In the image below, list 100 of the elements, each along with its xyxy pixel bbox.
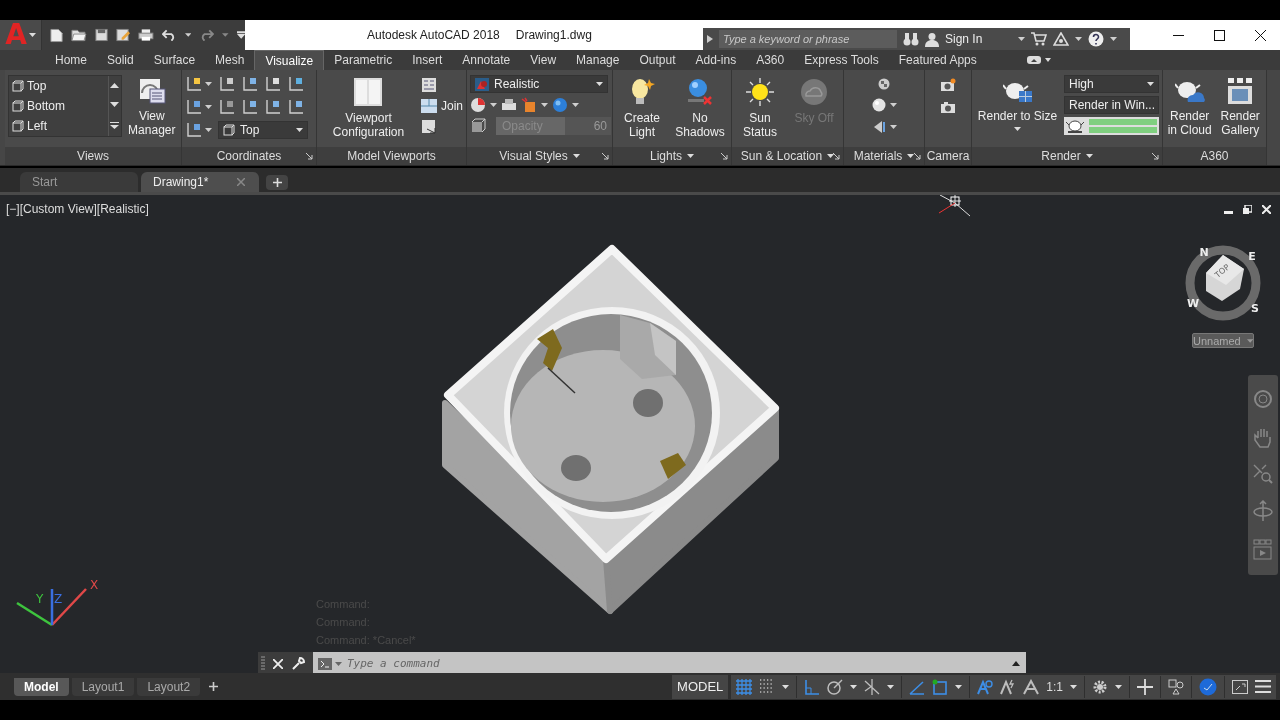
annotation-scale-button[interactable]: 1:1 [1046,679,1063,694]
caret-icon[interactable] [687,154,694,158]
layout-tab[interactable]: Model [14,677,69,696]
caret-icon[interactable] [205,128,212,132]
caret-icon[interactable] [907,154,915,158]
ribbon-tab[interactable]: Visualize [254,50,325,70]
command-field[interactable]: Type a command [313,652,1026,673]
viewport-configuration-button[interactable]: Viewport Configuration [320,75,417,139]
scroll-up-icon[interactable] [110,83,120,89]
ribbon-tab[interactable]: Manage [566,50,630,70]
caret-icon[interactable] [28,33,36,37]
dialog-launcher-icon[interactable] [306,153,313,160]
caret-icon[interactable] [1018,37,1026,41]
panel-title-button[interactable]: Sun & Location [740,149,835,163]
render-gallery-button[interactable]: Render Gallery [1217,75,1263,137]
annotation-scale-icon[interactable] [1023,678,1040,695]
save-icon[interactable] [94,28,108,42]
dialog-launcher-icon[interactable] [833,153,840,160]
dialog-launcher-icon[interactable] [1152,153,1159,160]
views-list[interactable]: Top Bottom Left [8,75,122,137]
panel-title-button[interactable]: Lights [650,149,694,163]
caret-icon[interactable] [955,684,963,689]
ucs-dropdown[interactable]: Top [218,121,308,139]
viewport-controls-label[interactable]: [−][Custom View][Realistic] [6,202,149,216]
restore-viewports-icon[interactable] [421,119,437,135]
camera-icon[interactable] [940,78,956,92]
scroll-down-icon[interactable] [110,102,120,108]
caret-icon[interactable] [596,82,603,86]
ucs-icon[interactable] [287,75,305,93]
ribbon-tab[interactable]: Solid [97,50,144,70]
caret-icon[interactable] [296,128,303,132]
xray-cube-icon[interactable] [470,118,486,134]
camera-icon[interactable] [940,100,956,114]
caret-icon[interactable] [205,82,212,86]
ucs-icon[interactable] [218,75,236,93]
command-prompt-icon[interactable] [318,657,332,670]
model-space-button[interactable]: MODEL [672,674,729,699]
steering-wheel-icon[interactable] [1253,389,1273,410]
dialog-launcher-icon[interactable] [914,153,921,160]
ribbon-tab[interactable]: Featured Apps [888,50,987,70]
viewcube-drawing[interactable] [1185,245,1261,321]
auto-scale-icon[interactable] [1000,678,1017,695]
caret-icon[interactable] [541,103,548,107]
ribbon-tab[interactable]: Home [45,50,97,70]
ucs-icon[interactable] [287,98,305,116]
grid-icon[interactable] [736,678,753,695]
view-item[interactable]: Left [12,119,108,133]
sphere-icon[interactable] [470,97,486,113]
caret-icon[interactable] [205,105,212,109]
ucs-icon[interactable] [185,98,203,116]
ribbon-tab[interactable]: Surface [143,50,206,70]
command-input-field[interactable]: Type a command [345,656,1009,671]
caret-icon[interactable] [490,103,497,107]
dialog-launcher-icon[interactable] [721,153,728,160]
restore-icon[interactable] [1243,205,1252,214]
visual-style-dropdown[interactable]: Realistic [470,75,608,93]
ribbon-tab[interactable]: View [520,50,567,70]
ribbon-tab[interactable]: Express Tools [794,50,889,70]
cart-icon[interactable] [1031,32,1048,46]
ribbon-tab[interactable]: Add-ins [685,50,747,70]
panel-title-button[interactable]: Render [1041,149,1093,163]
ucs-icon[interactable] [264,98,282,116]
printer-icon[interactable] [137,28,154,42]
isodraft-icon[interactable] [864,678,881,695]
orbit-icon[interactable] [1253,500,1273,523]
ucs-icon[interactable] [185,75,203,93]
shadows-button[interactable]: No Shadows [672,75,728,139]
caret-icon[interactable] [1070,684,1077,689]
plus-icon[interactable] [1137,678,1153,695]
caret-icon[interactable] [887,684,895,689]
view-item[interactable]: Top [12,79,108,93]
caret-icon[interactable] [827,154,835,158]
caret-icon[interactable] [1115,684,1122,689]
ucs-icon[interactable] [185,121,203,139]
caret-icon[interactable] [1075,37,1083,41]
history-toggle-icon[interactable] [1012,661,1020,666]
ucs-icon[interactable] [264,75,282,93]
undo-icon[interactable] [161,29,177,41]
caret-icon[interactable] [184,33,192,37]
user-icon[interactable] [925,31,939,47]
menu-icon[interactable] [1255,680,1271,693]
ribbon-tab[interactable]: Mesh [205,50,255,70]
save-as-icon[interactable] [115,28,130,42]
cube-icon[interactable] [521,97,537,113]
caret-icon[interactable] [850,684,858,689]
layout-tab[interactable]: Layout2 [137,677,201,696]
dialog-launcher-icon[interactable] [602,153,609,160]
object-snap-icon[interactable] [932,678,949,695]
ucs-icon[interactable] [218,98,236,116]
file-tab[interactable]: Start [20,172,138,192]
render-quality-dropdown[interactable]: High [1064,75,1159,93]
showmotion-icon[interactable] [1253,538,1273,561]
ucs-icon[interactable] [241,98,259,116]
triangle-network-icon[interactable] [1053,32,1070,46]
view-manager-button[interactable]: View Manager [125,75,178,137]
panel-title-button[interactable]: Materials [853,149,915,163]
caret-icon[interactable] [572,154,580,158]
render-to-size-button[interactable]: Render to Size [975,75,1060,131]
globe-icon[interactable] [552,97,568,113]
expand-icon[interactable] [707,35,713,43]
